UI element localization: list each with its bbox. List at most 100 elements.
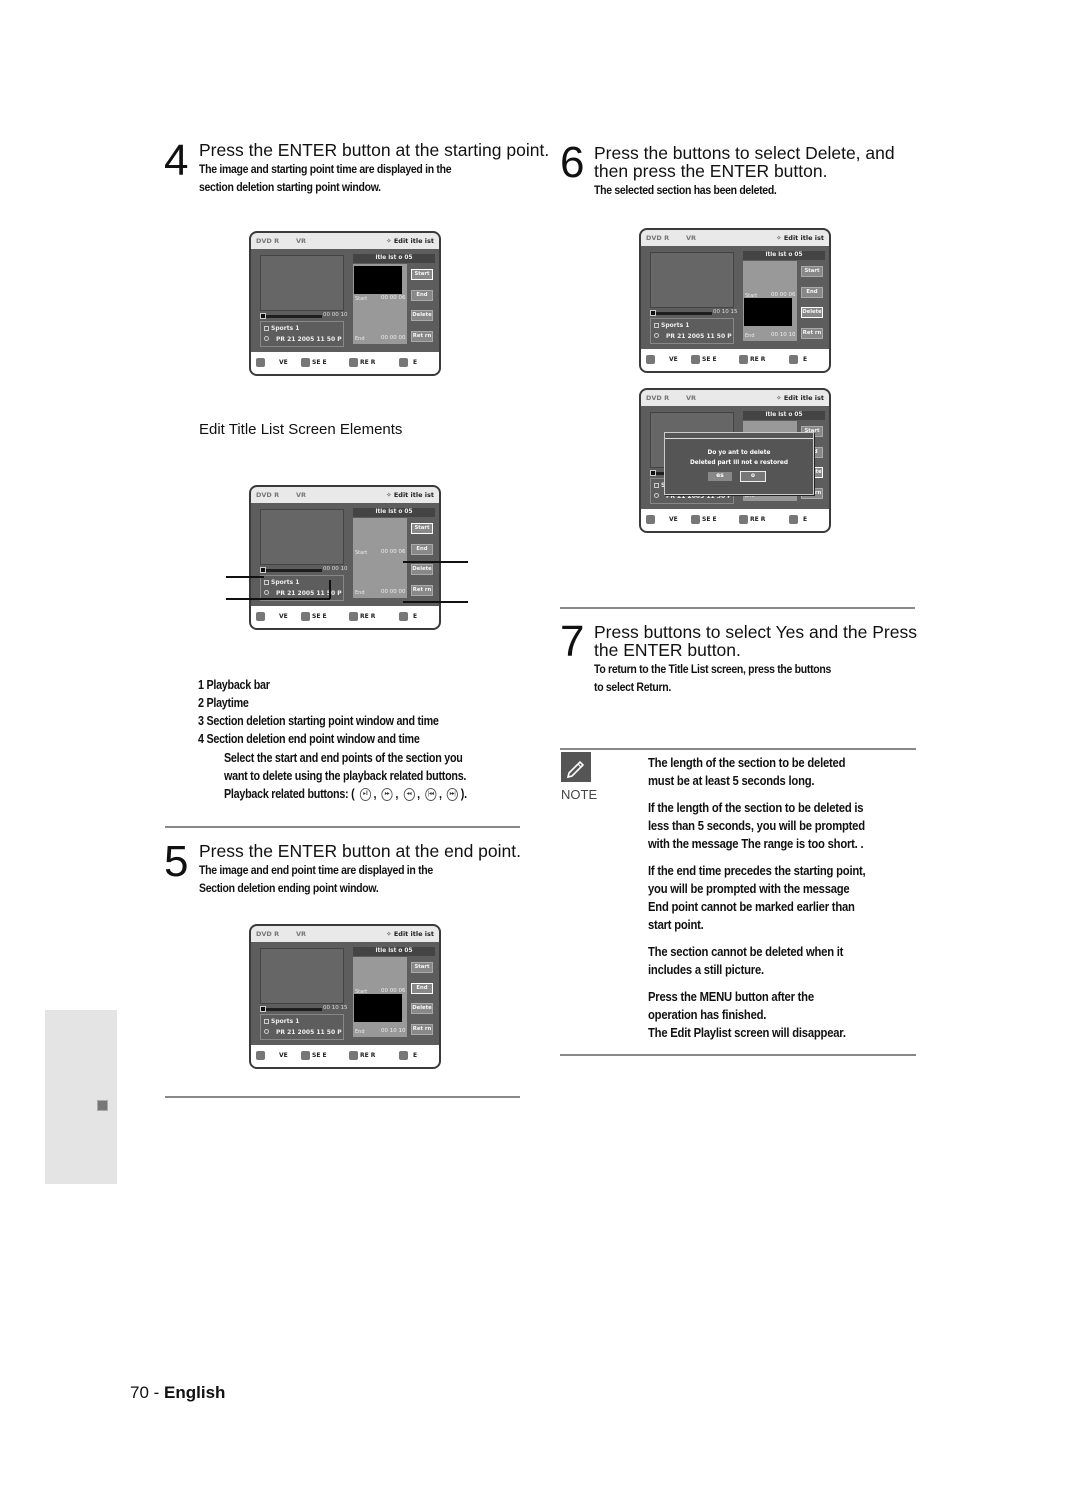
note-1-line-2: must be at least 5 seconds long.	[648, 773, 815, 788]
playtime: 00 10 15	[713, 309, 738, 315]
title-list-number: itle ist o 05	[743, 251, 825, 260]
end-button[interactable]: End	[411, 544, 433, 555]
disc-type: DVD R	[256, 491, 280, 499]
footer-move: VE	[669, 356, 678, 363]
playback-buttons-line: Playback related buttons: ( ▸ǁ, ▸▸, ◂◂, …	[224, 787, 467, 802]
element-desc-line-2: want to delete using the playback relate…	[224, 769, 467, 783]
footer-return: RE R	[360, 359, 376, 366]
exit-key-icon	[789, 515, 798, 524]
record-info: PR 21 2005 11 50 P	[276, 336, 342, 343]
edit-title-list-screen-start: DVD R VR ✧ Edit itle ist 00 00 10 Sports…	[249, 231, 441, 376]
playback-bar[interactable]	[260, 315, 322, 318]
chapter-marker-icon	[97, 1100, 108, 1111]
callout-playtime-vertical	[329, 580, 331, 599]
playback-bar[interactable]	[650, 312, 712, 315]
title-info: Sports 1 PR 21 2005 11 50 P	[260, 1014, 344, 1040]
play-icon	[260, 1006, 266, 1012]
edit-title-list-screen-elements: DVD R VR ✧ Edit itle ist 00 00 10 Sports…	[249, 485, 441, 630]
delete-confirm-dialog: Do yo ant to delete Deleted part ill not…	[664, 432, 814, 495]
end-button[interactable]: End	[801, 287, 823, 298]
footer-select: SE E	[702, 356, 717, 363]
title-name: Sports 1	[271, 325, 300, 332]
delete-button[interactable]: Delete	[411, 1003, 433, 1014]
return-button[interactable]: Ret rn	[801, 328, 823, 339]
playback-buttons-label: Playback related buttons: (	[224, 787, 355, 801]
start-time: 00 00 06	[381, 988, 406, 994]
video-preview	[650, 252, 734, 308]
dialog-yes-button[interactable]: es	[708, 472, 732, 481]
footer-exit: E	[803, 356, 808, 363]
title-list-number: itle ist o 05	[353, 508, 435, 517]
return-button[interactable]: Ret rn	[411, 585, 433, 596]
skip-forward-icon: ▸▸|	[446, 788, 459, 802]
return-button[interactable]: Ret rn	[411, 331, 433, 342]
title-name: Sports 1	[661, 322, 690, 329]
screen-footer: VE SE E RE R E	[641, 509, 829, 531]
video-preview	[260, 255, 344, 311]
section-divider-bottom	[165, 1096, 520, 1098]
move-key-icon	[256, 612, 265, 621]
exit-key-icon	[399, 358, 408, 367]
start-time: 00 00 06	[381, 295, 406, 301]
start-label: Start	[355, 296, 368, 302]
end-button[interactable]: End	[411, 983, 433, 994]
end-time: 00 00 00	[381, 589, 406, 595]
footer-exit: E	[413, 613, 418, 620]
start-button[interactable]: Start	[411, 523, 433, 534]
playback-bar[interactable]	[260, 1008, 322, 1011]
step-6-title-line-2: then press the ENTER button.	[594, 161, 828, 181]
edit-title-list-screen-end: DVD R VR ✧ Edit itle ist 00 10 15 Sports…	[249, 924, 441, 1069]
step-7-number: 7	[560, 617, 585, 666]
exit-key-icon	[399, 612, 408, 621]
disc-mode: VR	[296, 237, 307, 245]
return-button[interactable]: Ret rn	[411, 1024, 433, 1035]
screen-header: DVD R VR ✧ Edit itle ist	[641, 390, 829, 406]
screen-header: DVD R VR ✧ Edit itle ist	[251, 487, 439, 503]
step-6-title-line-1: Press the buttons to select Delete, and	[594, 143, 895, 163]
note-2-line-2: less than 5 seconds, you will be prompte…	[648, 818, 865, 833]
playback-bar[interactable]	[260, 569, 322, 572]
video-preview	[260, 509, 344, 565]
start-time: 00 00 06	[381, 549, 406, 555]
title-icon	[654, 483, 659, 488]
section-divider-right	[560, 607, 915, 609]
screen-header: DVD R VR ✧ Edit itle ist	[641, 230, 829, 246]
start-button[interactable]: Start	[801, 266, 823, 277]
footer-exit: E	[413, 1052, 418, 1059]
skip-back-icon: |◂◂	[425, 788, 437, 802]
end-label: End	[355, 1029, 365, 1035]
note-top-rule	[560, 748, 916, 750]
note-label: NOTE	[561, 787, 598, 802]
note-4-line-2: includes a still picture.	[648, 962, 764, 977]
video-preview	[260, 948, 344, 1004]
disc-type: DVD R	[256, 930, 280, 938]
delete-button[interactable]: Delete	[411, 564, 433, 575]
start-button[interactable]: Start	[411, 962, 433, 973]
footer-select: SE E	[702, 516, 717, 523]
footer-return: RE R	[360, 1052, 376, 1059]
step-5-description-line-1: The image and end point time are display…	[199, 863, 433, 877]
note-5-line-3: The Edit Playlist screen will disappear.	[648, 1025, 846, 1040]
page-number: 70 -	[130, 1383, 165, 1402]
start-button[interactable]: Start	[411, 269, 433, 280]
return-key-icon	[739, 355, 748, 364]
delete-button[interactable]: Delete	[801, 307, 823, 318]
record-info: PR 21 2005 11 50 P	[666, 333, 732, 340]
play-pause-icon: ▸ǁ	[359, 788, 371, 802]
end-label: End	[355, 590, 365, 596]
exit-key-icon	[399, 1051, 408, 1060]
return-key-icon	[349, 612, 358, 621]
start-point-window	[354, 266, 402, 294]
note-bottom-rule	[560, 1054, 916, 1056]
note-3-line-2: you will be prompted with the message	[648, 881, 850, 896]
note-3-line-4: start point.	[648, 917, 704, 932]
delete-button[interactable]: Delete	[411, 310, 433, 321]
select-key-icon	[691, 515, 700, 524]
screen-title: ✧ Edit itle ist	[776, 234, 824, 242]
note-5-line-2: operation has finished.	[648, 1007, 767, 1022]
rewind-icon: ◂◂	[403, 788, 415, 802]
dialog-no-button[interactable]: o	[740, 471, 766, 482]
step-5-title: Press the ENTER button at the end point.	[199, 841, 521, 861]
callout-playtime	[226, 598, 330, 600]
end-button[interactable]: End	[411, 290, 433, 301]
